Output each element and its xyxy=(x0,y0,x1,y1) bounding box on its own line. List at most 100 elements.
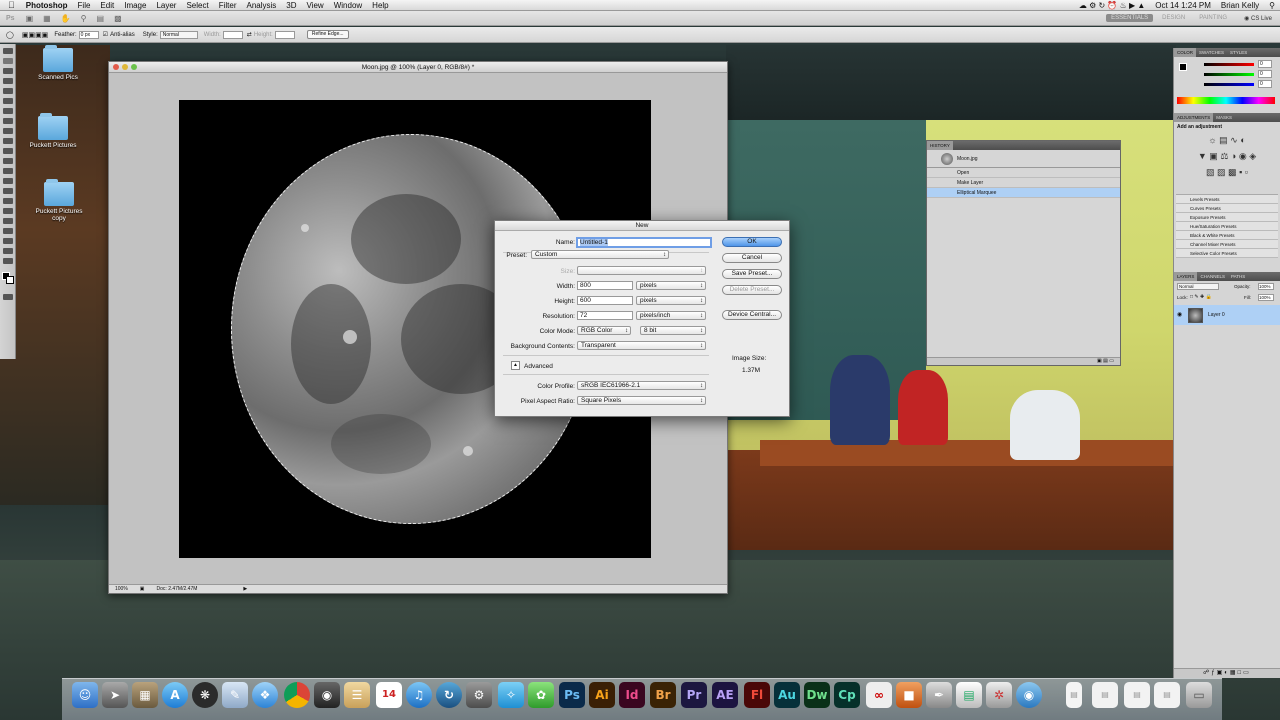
resolution-unit-select[interactable]: pixels/inch xyxy=(636,311,706,320)
history-brush-tool-icon[interactable] xyxy=(2,138,13,144)
tab-history[interactable]: HISTORY xyxy=(927,141,953,150)
height-unit-select[interactable]: pixels xyxy=(636,296,706,305)
eraser-tool-icon[interactable] xyxy=(2,148,13,154)
background-color-swatch[interactable] xyxy=(6,276,14,284)
ok-button[interactable]: OK xyxy=(722,237,782,247)
hand-tool-icon[interactable]: ✋ xyxy=(56,14,76,23)
gradient-map-icon[interactable]: ▪ xyxy=(1239,167,1242,177)
cancel-button[interactable]: Cancel xyxy=(722,253,782,263)
move-tool-icon[interactable] xyxy=(2,48,13,54)
dock-app-br[interactable]: Br xyxy=(650,682,676,708)
screen-mode-icon[interactable]: ▩ xyxy=(109,14,127,23)
height-input[interactable]: 600 xyxy=(577,296,633,305)
name-input[interactable]: Untitled-1 xyxy=(576,237,712,248)
dock-app-ae[interactable]: AE xyxy=(712,682,738,708)
history-item-make-layer[interactable]: Make Layer xyxy=(927,178,1120,188)
green-value-input[interactable]: 0 xyxy=(1258,70,1272,78)
width-unit-select[interactable]: pixels xyxy=(636,281,706,290)
calendar-icon[interactable]: 14 xyxy=(376,682,402,708)
stamp-tool-icon[interactable] xyxy=(2,128,13,134)
apple-icon[interactable]:  xyxy=(0,0,21,10)
width-input[interactable]: 800 xyxy=(577,281,633,290)
launchpad-icon[interactable]: ➤ xyxy=(102,682,128,708)
facetime-icon[interactable]: ◉ xyxy=(314,682,340,708)
curves-icon[interactable]: ∿ xyxy=(1230,135,1238,145)
finder-icon[interactable]: ☺ xyxy=(72,682,98,708)
zoom-tool-icon[interactable]: ⚲ xyxy=(76,14,92,23)
dock-app-ai[interactable]: Ai xyxy=(589,682,615,708)
pen-app-icon[interactable]: ✒ xyxy=(926,682,952,708)
dodge-tool-icon[interactable] xyxy=(2,178,13,184)
healing-tool-icon[interactable] xyxy=(2,108,13,114)
tab-styles[interactable]: STYLES xyxy=(1227,48,1250,57)
safari-icon[interactable]: ❖ xyxy=(252,682,278,708)
background-contents-select[interactable]: Transparent xyxy=(577,341,706,350)
invert-icon[interactable]: ▧ xyxy=(1206,167,1215,177)
feather-input[interactable]: 0 px xyxy=(78,30,99,39)
quick-select-tool-icon[interactable] xyxy=(2,78,13,84)
hand-tool-icon-panel[interactable] xyxy=(2,248,13,254)
evernote-icon[interactable]: ✿ xyxy=(528,682,554,708)
document-stack-icon[interactable]: ▤ xyxy=(1124,682,1150,708)
dock-app-id[interactable]: Id xyxy=(619,682,645,708)
document-titlebar[interactable]: Moon.jpg @ 100% (Layer 0, RGB/8#) * xyxy=(109,62,727,73)
tab-paths[interactable]: PATHS xyxy=(1228,272,1248,281)
swap-icon[interactable]: ⇄ xyxy=(247,31,252,38)
arrange-documents-icon[interactable]: ▤ xyxy=(92,14,110,23)
delete-preset-button[interactable]: Delete Preset... xyxy=(722,285,782,295)
new-document-icon[interactable]: ▣ xyxy=(1097,358,1102,364)
red-slider[interactable] xyxy=(1204,63,1254,66)
color-balance-icon[interactable]: ⚖ xyxy=(1220,151,1228,161)
eyedropper-tool-icon[interactable] xyxy=(2,98,13,104)
workspace-painting[interactable]: PAINTING xyxy=(1194,14,1232,22)
preset-exposure[interactable]: Exposure Presets xyxy=(1176,213,1278,222)
width-input[interactable] xyxy=(222,30,243,39)
menu-help[interactable]: Help xyxy=(367,1,393,10)
document-stack-icon[interactable]: ▤ xyxy=(1092,682,1118,708)
zoom-tool-icon-panel[interactable] xyxy=(2,258,13,264)
utility-icon[interactable]: ✲ xyxy=(986,682,1012,708)
antialias-checkbox[interactable]: ☑ xyxy=(103,31,108,38)
acrobat-icon[interactable]: ∞ xyxy=(866,682,892,708)
selection-mode-icons[interactable]: ▣▣▣▣ xyxy=(22,31,48,39)
tab-adjustments[interactable]: ADJUSTMENTS xyxy=(1174,113,1214,122)
resolution-input[interactable]: 72 xyxy=(577,311,633,320)
menu-analysis[interactable]: Analysis xyxy=(241,1,281,10)
history-item-open[interactable]: Open xyxy=(927,168,1120,178)
workspace-essentials[interactable]: ESSENTIALS xyxy=(1106,14,1154,22)
parallels-icon[interactable]: ■ xyxy=(896,682,922,708)
dock-app-pr[interactable]: Pr xyxy=(681,682,707,708)
color-ramp[interactable] xyxy=(1177,97,1275,104)
preset-black-white[interactable]: Black & White Presets xyxy=(1176,231,1278,240)
bit-depth-select[interactable]: 8 bit xyxy=(640,326,706,335)
aperture-icon[interactable]: ❋ xyxy=(192,682,218,708)
size-select[interactable] xyxy=(577,266,706,275)
posterize-icon[interactable]: ▨ xyxy=(1217,167,1226,177)
tab-channels[interactable]: CHANNELS xyxy=(1197,272,1228,281)
preset-channel-mixer[interactable]: Channel Mixer Presets xyxy=(1176,240,1278,249)
tab-masks[interactable]: MASKS xyxy=(1213,113,1235,122)
menu-select[interactable]: Select xyxy=(181,1,213,10)
downloads-stack-icon[interactable]: ▤ xyxy=(1154,682,1180,708)
lock-icons[interactable]: □ ✎ ✚ 🔒 xyxy=(1190,294,1212,300)
preset-hue-saturation[interactable]: Hue/Saturation Presets xyxy=(1176,222,1278,231)
style-select[interactable]: Normal xyxy=(159,30,198,39)
blue-slider[interactable] xyxy=(1204,83,1254,86)
zoom-button[interactable] xyxy=(131,64,137,70)
selective-color-icon[interactable]: ▫ xyxy=(1245,167,1248,177)
app-store-icon[interactable]: A xyxy=(162,682,188,708)
address-book-icon[interactable]: ☰ xyxy=(344,682,370,708)
menu-file[interactable]: File xyxy=(73,1,96,10)
green-slider[interactable] xyxy=(1204,73,1254,76)
crop-tool-icon[interactable] xyxy=(2,88,13,94)
blue-value-input[interactable]: 0 xyxy=(1258,80,1272,88)
history-snapshot[interactable]: Moon.jpg xyxy=(927,150,1120,168)
3d-rotate-tool-icon[interactable] xyxy=(2,228,13,234)
red-value-input[interactable]: 0 xyxy=(1258,60,1272,68)
mini-bridge-icon[interactable]: ▦ xyxy=(38,14,56,23)
group-icon[interactable]: ▦ xyxy=(1230,670,1238,676)
exposure-icon[interactable]: ◐ xyxy=(1240,135,1245,145)
bridge-icon[interactable]: ▣ xyxy=(21,14,39,23)
spotlight-icon[interactable]: ⚲ xyxy=(1264,1,1280,10)
fill-input[interactable]: 100% xyxy=(1258,294,1274,301)
